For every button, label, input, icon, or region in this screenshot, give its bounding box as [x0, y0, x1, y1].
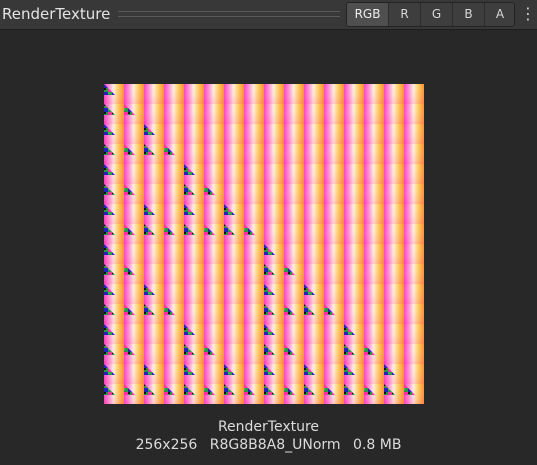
texture-details: 256x256 R8G8B8A8_UNorm 0.8 MB: [0, 436, 537, 454]
preview-toolbar: RenderTexture RGB R G B A ⋮: [0, 0, 537, 30]
channel-a-button[interactable]: A: [484, 3, 514, 26]
texture-format: R8G8B8A8_UNorm: [209, 437, 341, 453]
texture-info: RenderTexture 256x256 R8G8B8A8_UNorm 0.8…: [0, 418, 537, 454]
channel-r-button[interactable]: R: [388, 3, 420, 26]
window-title: RenderTexture: [2, 5, 111, 23]
channel-b-button[interactable]: B: [452, 3, 484, 26]
more-vertical-icon[interactable]: ⋮: [520, 3, 536, 25]
texture-preview: [104, 84, 424, 404]
channel-rgb-button[interactable]: RGB: [347, 3, 388, 26]
texture-preview-window: RenderTexture RGB R G B A ⋮ RenderTextur…: [0, 0, 537, 465]
toolbar-separator: [118, 11, 340, 17]
texture-preview-image: [104, 84, 424, 404]
texture-size: 0.8 MB: [353, 437, 402, 453]
channel-g-button[interactable]: G: [420, 3, 452, 26]
texture-name-label: RenderTexture: [217, 419, 320, 435]
texture-dimensions: 256x256: [135, 437, 198, 453]
channel-selector: RGB R G B A: [346, 2, 515, 27]
